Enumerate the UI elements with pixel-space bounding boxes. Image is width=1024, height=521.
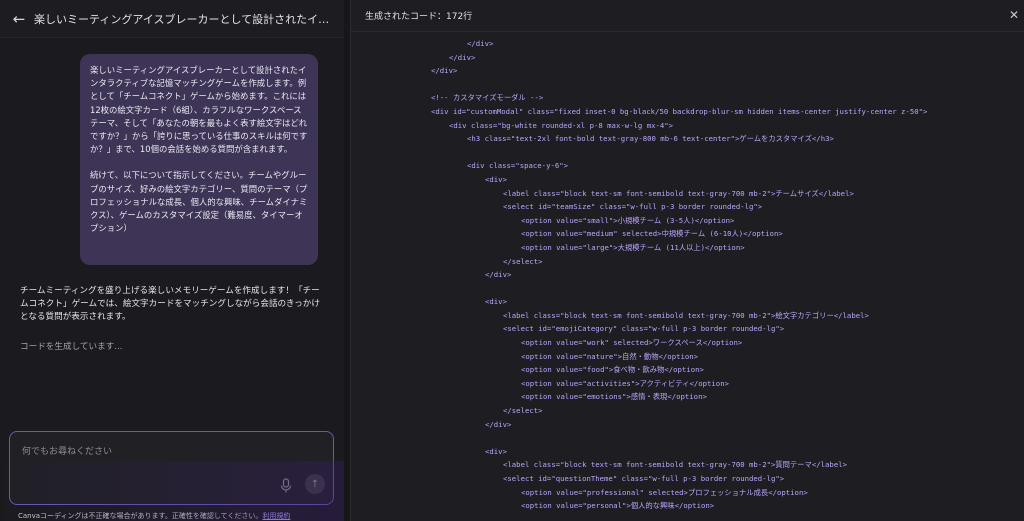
code-line: <option value="small">小規模チーム (3-5人)</opt…: [521, 215, 735, 225]
code-line: <div>: [485, 446, 507, 456]
chat-header: ← 楽しいミーティングアイスブレーカーとして設計されたインタラクティブ…: [0, 0, 344, 38]
chat-title: 楽しいミーティングアイスブレーカーとして設計されたインタラクティブ…: [34, 12, 334, 26]
code-line: </div>: [485, 270, 512, 280]
disclaimer: Canvaコーディングは不正確な場合があります。正確性を確認してください。利用規…: [18, 511, 290, 521]
code-line: </div>: [485, 419, 512, 429]
terms-link[interactable]: 利用規約: [262, 512, 290, 520]
close-button[interactable]: ✕: [1009, 8, 1019, 22]
code-line: <option value="food">食べ物・飲み物</option>: [521, 365, 704, 375]
code-line: <option value="medium" selected>中規模チーム (…: [521, 229, 783, 239]
code-panel-header: 生成されたコード：172行 ✕: [351, 0, 1024, 32]
message-composer: ↑: [9, 431, 334, 505]
user-message-paragraph: 楽しいミーティングアイスブレーカーとして設計されたインタラクティブな記憶マッチン…: [90, 65, 308, 155]
arrow-left-icon: ←: [12, 9, 26, 28]
arrow-up-icon: ↑: [310, 478, 320, 490]
code-line: <label class="block text-sm font-semibol…: [503, 460, 848, 470]
chat-panel: ← 楽しいミーティングアイスブレーカーとして設計されたインタラクティブ… 楽しい…: [0, 0, 344, 521]
code-line: <label class="block text-sm font-semibol…: [503, 310, 869, 320]
code-line: <option value="nature">自然・動物</option>: [521, 351, 699, 361]
code-line: <select id="teamSize" class="w-full p-3 …: [503, 202, 763, 212]
generating-status: コードを生成しています...: [20, 342, 123, 352]
code-line: <label class="block text-sm font-semibol…: [503, 188, 854, 198]
microphone-icon: [280, 478, 292, 493]
code-line: <div id="customModal" class="fixed inset…: [431, 106, 928, 116]
code-line: <option value="professional" selected>プロ…: [521, 487, 808, 497]
assistant-message: チームミーティングを盛り上げる楽しいメモリーゲームを作成します！「チームコネクト…: [20, 286, 320, 323]
code-line: </div>: [467, 39, 494, 48]
code-line: <div>: [485, 297, 507, 307]
user-message: 楽しいミーティングアイスブレーカーとして設計されたインタラクティブな記憶マッチン…: [80, 54, 318, 265]
close-icon: ✕: [1008, 8, 1019, 22]
microphone-button[interactable]: [280, 478, 292, 494]
code-line: </div>: [449, 52, 476, 62]
code-line: <div class="space-y-6">: [467, 161, 569, 171]
message-input[interactable]: [22, 444, 302, 460]
user-message-paragraph: 続けて、以下について指示してください。チームやグループのサイズ、好みの絵文字カテ…: [90, 170, 308, 234]
code-line: <div>: [485, 174, 507, 184]
code-line: <option value="emotions">感情・表現</option>: [521, 392, 707, 402]
code-view[interactable]: </div> </div> </div> <!-- カスタマイズモーダル --> <di…: [351, 32, 1024, 521]
code-line: <select id="emojiCategory" class="w-full…: [503, 324, 785, 334]
code-line: <!-- カスタマイズモーダル -->: [431, 93, 544, 103]
send-button[interactable]: ↑: [305, 474, 325, 494]
code-line: </div>: [431, 66, 458, 76]
code-line: <option value="large">大規模チーム (11人以上)</op…: [521, 242, 745, 252]
code-line: <select id="questionTheme" class="w-full…: [503, 474, 785, 483]
code-line: <option value="activities">アクティビティ</opti…: [521, 378, 729, 388]
code-line: <div class="bg-white rounded-xl p-8 max-…: [449, 120, 674, 130]
code-line: </select>: [503, 406, 543, 416]
code-line: <option value="work" selected>ワークスペース</o…: [521, 338, 743, 348]
code-line: </select>: [503, 256, 543, 266]
code-panel-title: 生成されたコード：172行: [365, 12, 473, 22]
code-panel: 生成されたコード：172行 ✕ </div> </div> </div> <!-- カ…: [350, 0, 1024, 521]
code-line: <option value="personal">個人的な興味</option>: [521, 501, 715, 511]
code-line: <h3 class="text-2xl font-bold text-gray-…: [467, 134, 834, 144]
back-button[interactable]: ←: [4, 0, 34, 38]
disclaimer-text: Canvaコーディングは不正確な場合があります。正確性を確認してください。: [18, 512, 263, 520]
